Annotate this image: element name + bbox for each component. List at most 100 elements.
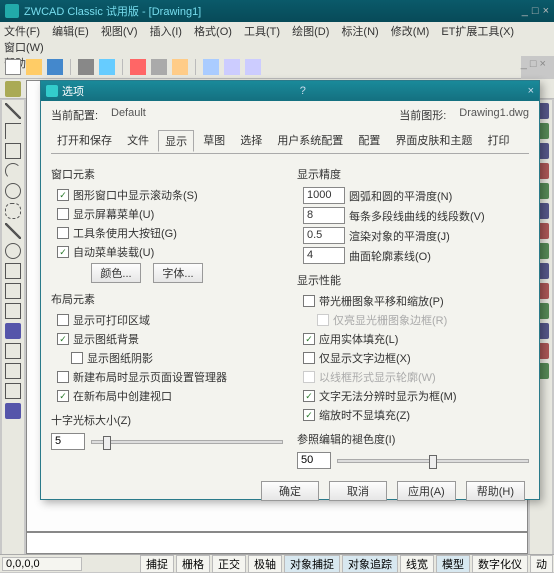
revcloud-icon[interactable] xyxy=(5,203,21,219)
doc-window-controls[interactable]: _ □ × xyxy=(521,56,546,72)
seg-input[interactable]: 8 xyxy=(303,207,345,224)
wipeout-icon[interactable] xyxy=(5,383,21,399)
screenmenu-checkbox[interactable] xyxy=(57,208,69,220)
font-button[interactable]: 字体... xyxy=(153,263,203,283)
cut-icon[interactable] xyxy=(130,59,146,75)
line-icon[interactable] xyxy=(5,103,21,119)
match-icon[interactable] xyxy=(203,59,219,75)
status-ortho[interactable]: 正交 xyxy=(212,555,246,573)
tab-display[interactable]: 显示 xyxy=(158,130,194,152)
tab-userpref[interactable]: 用户系统配置 xyxy=(271,130,349,150)
text-frame-checkbox[interactable] xyxy=(303,352,315,364)
status-snap[interactable]: 捕捉 xyxy=(140,555,174,573)
maximize-button[interactable]: □ xyxy=(532,5,539,17)
ellipse-icon[interactable] xyxy=(5,243,21,259)
solid-fill-checkbox[interactable] xyxy=(303,333,315,345)
status-grid[interactable]: 栅格 xyxy=(176,555,210,573)
status-model[interactable]: 模型 xyxy=(436,555,470,573)
paste-icon[interactable] xyxy=(172,59,188,75)
status-lweight[interactable]: 线宽 xyxy=(400,555,434,573)
minimize-button[interactable]: _ xyxy=(522,5,528,17)
menu-draw[interactable]: 绘图(D) xyxy=(292,26,329,38)
dialog-help-icon[interactable]: ? xyxy=(300,85,306,97)
circle-icon[interactable] xyxy=(5,183,21,199)
help-button[interactable]: 帮助(H) xyxy=(466,481,525,501)
redo-icon[interactable] xyxy=(245,59,261,75)
paperbg-checkbox[interactable] xyxy=(57,333,69,345)
tab-opensave[interactable]: 打开和保存 xyxy=(51,130,118,150)
fade-input[interactable]: 50 xyxy=(297,452,331,469)
cancel-button[interactable]: 取消 xyxy=(329,481,387,501)
apply-button[interactable]: 应用(A) xyxy=(397,481,456,501)
new-icon[interactable] xyxy=(5,59,21,75)
undo-icon[interactable] xyxy=(224,59,240,75)
copy-icon[interactable] xyxy=(151,59,167,75)
contour-input[interactable]: 4 xyxy=(303,247,345,264)
fade-slider[interactable] xyxy=(337,459,529,463)
print-icon[interactable] xyxy=(78,59,94,75)
arcsmooth-input[interactable]: 1000 xyxy=(303,187,345,204)
status-osnap[interactable]: 对象捕捉 xyxy=(284,555,340,573)
menu-edit[interactable]: 编辑(E) xyxy=(52,26,89,38)
status-polar[interactable]: 极轴 xyxy=(248,555,282,573)
block-icon[interactable] xyxy=(5,263,21,279)
menu-dimension[interactable]: 标注(N) xyxy=(341,26,378,38)
crosshair-title: 十字光标大小(Z) xyxy=(51,412,283,428)
menu-tools[interactable]: 工具(T) xyxy=(244,26,280,38)
tab-plot[interactable]: 打印 xyxy=(482,130,516,150)
status-dyn[interactable]: 动 xyxy=(530,555,553,573)
tab-selection[interactable]: 选择 xyxy=(234,130,268,150)
tab-profiles[interactable]: 配置 xyxy=(352,130,386,150)
menu-modify[interactable]: 修改(M) xyxy=(391,26,430,38)
largebtn-checkbox[interactable] xyxy=(57,227,69,239)
layer-icon[interactable] xyxy=(5,81,21,97)
dialog-tab-row: 打开和保存 文件 显示 草图 选择 用户系统配置 配置 界面皮肤和主题 打印 xyxy=(51,127,529,154)
viewport-checkbox[interactable] xyxy=(57,390,69,402)
render-label: 渲染对象的平滑度(J) xyxy=(349,228,450,244)
spline-icon[interactable] xyxy=(5,223,21,239)
ok-button[interactable]: 确定 xyxy=(261,481,319,501)
menu-file[interactable]: 文件(F) xyxy=(4,26,40,38)
tab-theme[interactable]: 界面皮肤和主题 xyxy=(389,130,478,150)
pan-raster-checkbox[interactable] xyxy=(303,295,315,307)
preview-icon[interactable] xyxy=(99,59,115,75)
open-icon[interactable] xyxy=(26,59,42,75)
status-otrack[interactable]: 对象追踪 xyxy=(342,555,398,573)
status-bar: 0,0,0,0 捕捉 栅格 正交 极轴 对象捕捉 对象追踪 线宽 模型 数字化仪… xyxy=(0,554,554,572)
arc-icon[interactable] xyxy=(5,163,21,179)
status-tablet[interactable]: 数字化仪 xyxy=(472,555,528,573)
command-line[interactable] xyxy=(26,532,528,554)
render-input[interactable]: 0.5 xyxy=(303,227,345,244)
pagesetup-checkbox[interactable] xyxy=(57,371,69,383)
text-icon[interactable] xyxy=(5,323,21,339)
dialog-close-icon[interactable]: × xyxy=(528,85,534,97)
menu-insert[interactable]: 插入(I) xyxy=(150,26,182,38)
microtext-checkbox[interactable] xyxy=(303,390,315,402)
dialog-icon xyxy=(46,85,58,97)
profile-value: Default xyxy=(111,107,146,123)
menu-view[interactable]: 视图(V) xyxy=(101,26,138,38)
close-button[interactable]: × xyxy=(543,5,549,17)
table-icon[interactable] xyxy=(5,303,21,319)
tab-files[interactable]: 文件 xyxy=(121,130,155,150)
crosshair-slider[interactable] xyxy=(91,440,283,444)
polyline-icon[interactable] xyxy=(5,123,21,139)
menu-window[interactable]: 窗口(W) xyxy=(4,42,44,54)
printable-checkbox[interactable] xyxy=(57,314,69,326)
region-icon[interactable] xyxy=(5,363,21,379)
scrollbar-checkbox[interactable] xyxy=(57,189,69,201)
mtext-icon[interactable] xyxy=(5,403,21,419)
dialog-title-bar[interactable]: 选项 ? × xyxy=(41,81,539,101)
tab-drafting[interactable]: 草图 xyxy=(197,130,231,150)
rectangle-icon[interactable] xyxy=(5,143,21,159)
hatch-icon[interactable] xyxy=(5,283,21,299)
zoom-nofill-checkbox[interactable] xyxy=(303,409,315,421)
save-icon[interactable] xyxy=(47,59,63,75)
menu-format[interactable]: 格式(O) xyxy=(194,26,232,38)
color-button[interactable]: 颜色... xyxy=(91,263,141,283)
automenu-checkbox[interactable] xyxy=(57,246,69,258)
menu-et[interactable]: ET扩展工具(X) xyxy=(441,26,514,38)
papershadow-checkbox[interactable] xyxy=(71,352,83,364)
crosshair-input[interactable]: 5 xyxy=(51,433,85,450)
point-icon[interactable] xyxy=(5,343,21,359)
